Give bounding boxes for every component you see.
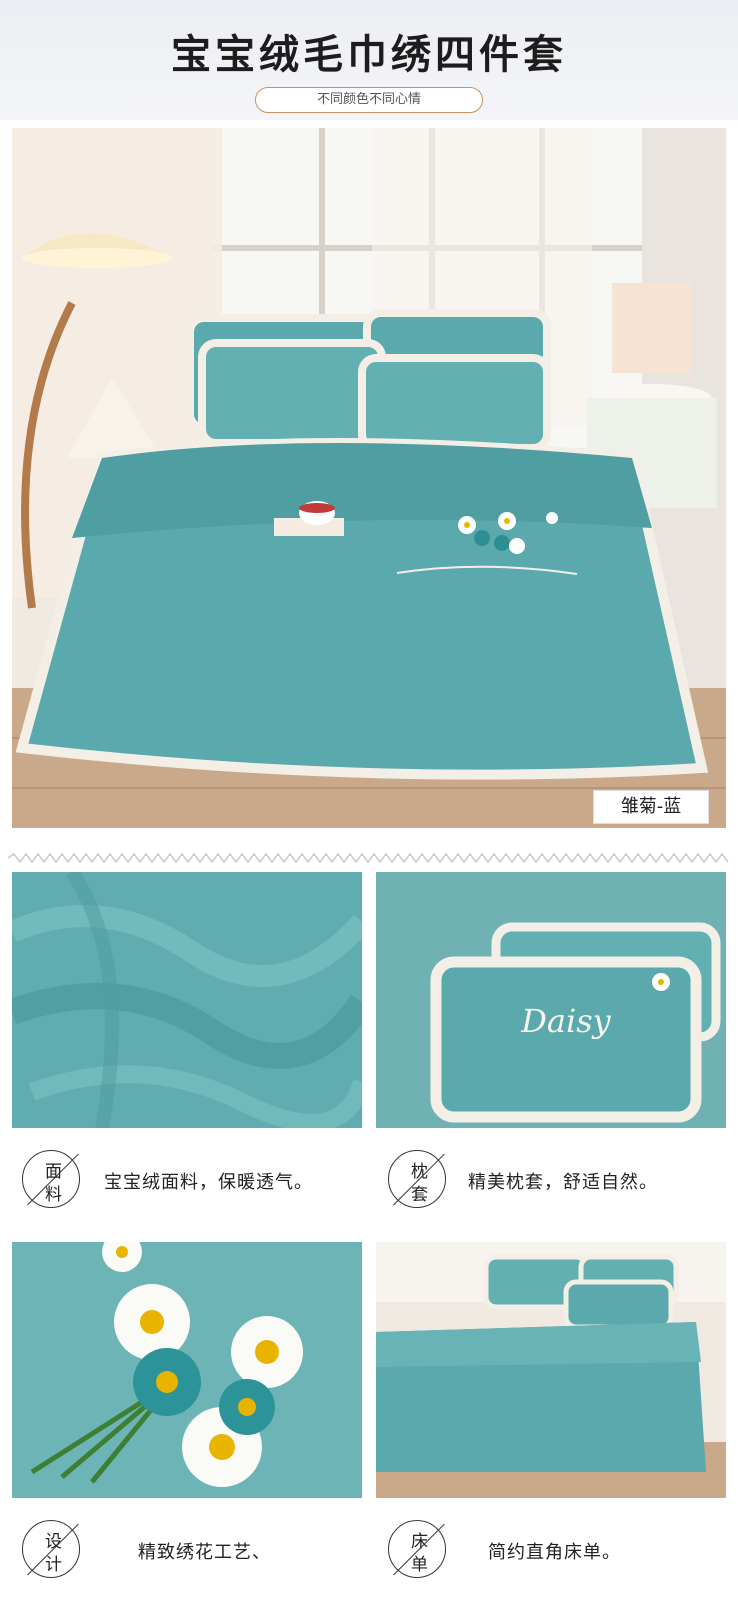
embroidery-detail-image: [12, 1242, 362, 1498]
feature-badge: 枕 套: [388, 1150, 446, 1208]
feature-design: 设 计 精致绣花工艺、: [22, 1520, 372, 1590]
zigzag-divider: [7, 848, 730, 864]
feature-pillowcase: 枕 套 精美枕套，舒适自然。: [388, 1150, 728, 1220]
feature-text: 简约直角床单。: [488, 1542, 621, 1563]
badge-char: 枕: [411, 1162, 428, 1182]
subtitle-badge: 不同颜色不同心情: [255, 87, 483, 113]
svg-text:Daisy: Daisy: [520, 1002, 611, 1040]
feature-text: 精致绣花工艺、: [138, 1542, 271, 1563]
feature-text: 宝宝绒面料，保暖透气。: [104, 1172, 313, 1193]
badge-char: 套: [411, 1185, 428, 1205]
badge-char: 单: [411, 1555, 428, 1575]
feature-badge: 设 计: [22, 1520, 80, 1578]
fabric-detail-image: [12, 872, 362, 1128]
feature-sheet: 床 单 简约直角床单。: [388, 1520, 728, 1590]
badge-char: 计: [45, 1555, 62, 1575]
badge-char: 床: [411, 1532, 428, 1552]
badge-char: 料: [45, 1185, 62, 1205]
color-label: 雏菊-蓝: [593, 790, 709, 824]
badge-char: 面: [45, 1162, 62, 1182]
feature-badge: 床 单: [388, 1520, 446, 1578]
page-title: 宝宝绒毛巾绣四件套: [171, 31, 567, 78]
feature-badge: 面 料: [22, 1150, 80, 1208]
sheet-detail-image: [376, 1242, 726, 1498]
page-header: 宝宝绒毛巾绣四件套 不同颜色不同心情: [0, 0, 738, 120]
badge-char: 设: [45, 1532, 62, 1552]
main-product-image: 雏菊-蓝: [12, 128, 726, 828]
feature-text: 精美枕套，舒适自然。: [468, 1172, 658, 1193]
pillowcase-detail-image: Daisy: [376, 872, 726, 1128]
feature-fabric: 面 料 宝宝绒面料，保暖透气。: [22, 1150, 372, 1220]
